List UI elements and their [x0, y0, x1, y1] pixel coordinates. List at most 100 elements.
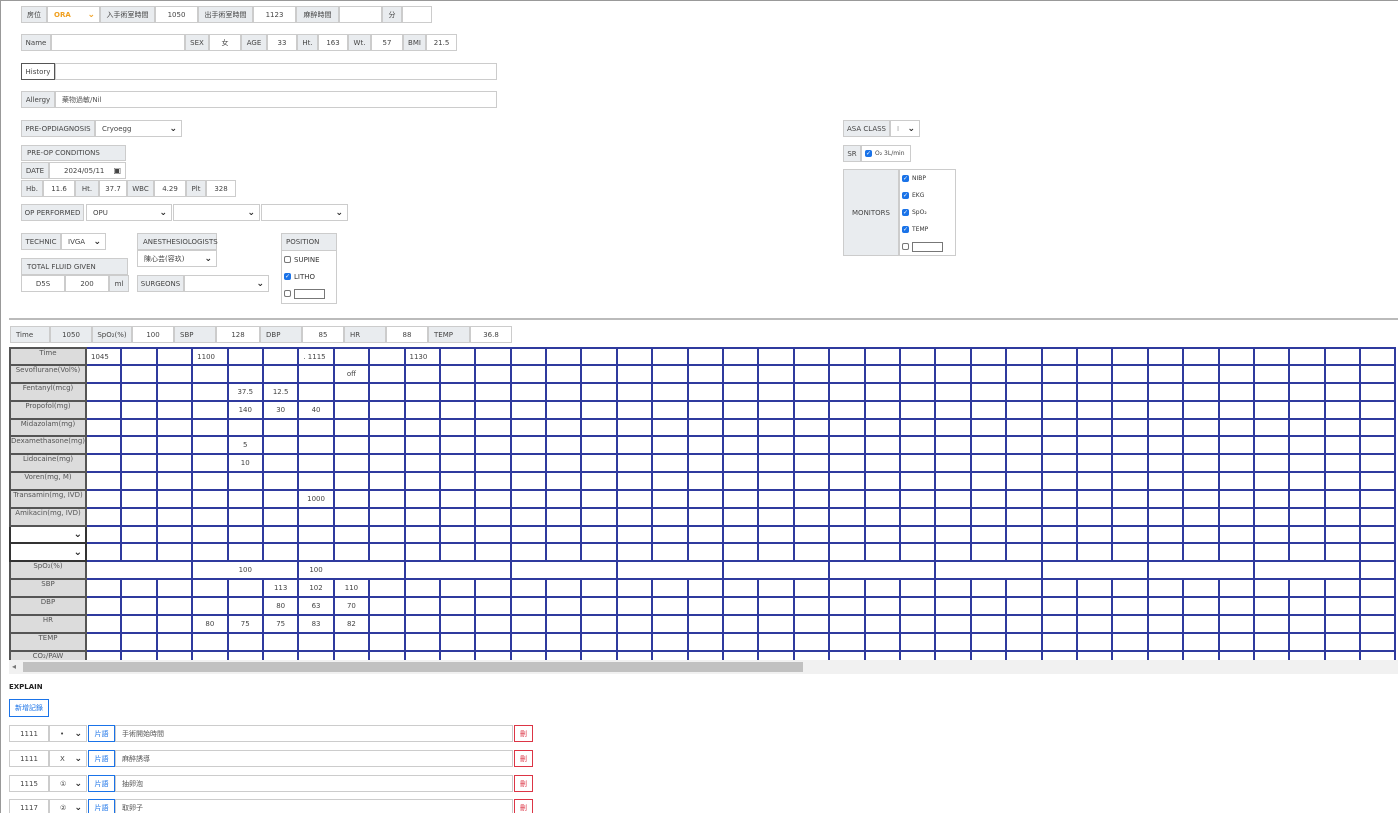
- grid-cell[interactable]: [651, 506, 689, 527]
- grid-cell[interactable]: [828, 417, 866, 438]
- grid-cell[interactable]: [1005, 578, 1043, 598]
- grid-cell[interactable]: [969, 399, 1008, 420]
- grid-cell[interactable]: [84, 435, 123, 456]
- grid-cell[interactable]: [403, 595, 441, 616]
- history-button[interactable]: History: [21, 63, 55, 80]
- grid-row-select[interactable]: ⌄: [9, 542, 87, 563]
- grid-cell[interactable]: [898, 364, 937, 384]
- grid-cell[interactable]: [438, 417, 477, 438]
- grid-cell[interactable]: [1040, 613, 1078, 634]
- grid-cell[interactable]: [1111, 417, 1149, 438]
- grid-cell[interactable]: [1075, 399, 1114, 420]
- grid-cell[interactable]: [474, 488, 512, 509]
- grid-cell[interactable]: [580, 649, 618, 660]
- grid-cell[interactable]: [934, 542, 972, 563]
- grid-cell[interactable]: [261, 649, 300, 660]
- grid-cell[interactable]: [615, 524, 654, 545]
- weight-input[interactable]: 57: [371, 34, 403, 51]
- grid-time-cell[interactable]: [1288, 347, 1326, 366]
- grid-cell[interactable]: [1075, 506, 1114, 527]
- grid-time-cell[interactable]: [509, 347, 548, 366]
- op-performed-select-1[interactable]: OPU ⌄: [86, 204, 172, 221]
- grid-cell[interactable]: [934, 417, 972, 438]
- grid-cell[interactable]: [651, 578, 689, 598]
- grid-cell[interactable]: [1146, 381, 1185, 402]
- grid-cell[interactable]: [615, 364, 654, 384]
- grid-cell[interactable]: [1323, 453, 1362, 474]
- grid-cell[interactable]: [934, 471, 972, 491]
- grid-cell[interactable]: [368, 364, 406, 384]
- grid-cell[interactable]: [1111, 578, 1149, 598]
- grid-cell[interactable]: [1075, 649, 1114, 660]
- vitals-sbp-input[interactable]: 128: [216, 326, 260, 343]
- grid-cell[interactable]: [438, 542, 477, 563]
- grid-cell[interactable]: [651, 649, 689, 660]
- grid-cell[interactable]: [686, 578, 725, 598]
- grid-cell[interactable]: [1182, 506, 1220, 527]
- grid-cell[interactable]: [1252, 435, 1291, 456]
- grid-cell[interactable]: [84, 542, 123, 563]
- grid-cell[interactable]: [651, 524, 689, 545]
- monitor-temp-option[interactable]: ✓ TEMP: [900, 221, 955, 238]
- grid-cell[interactable]: [1111, 453, 1149, 474]
- grid-cell[interactable]: [509, 631, 548, 652]
- grid-cell[interactable]: [1323, 381, 1362, 402]
- grid-cell[interactable]: [1005, 506, 1043, 527]
- grid-cell[interactable]: [226, 364, 264, 384]
- grid-cell[interactable]: [332, 631, 371, 652]
- grid-cell[interactable]: [757, 506, 795, 527]
- grid-cell[interactable]: [297, 453, 335, 474]
- grid-cell[interactable]: [155, 417, 194, 438]
- grid-cell[interactable]: [686, 649, 725, 660]
- grid-cell[interactable]: [297, 542, 335, 563]
- grid-cell[interactable]: [615, 453, 654, 474]
- monitor-nibp-option[interactable]: ✓ NIBP: [900, 170, 955, 187]
- grid-cell[interactable]: [1111, 435, 1149, 456]
- grid-cell[interactable]: [155, 595, 194, 616]
- grid-cell[interactable]: [1075, 631, 1114, 652]
- position-supine-option[interactable]: SUPINE: [282, 251, 336, 268]
- grid-cell[interactable]: [509, 488, 548, 509]
- grid-cell[interactable]: [615, 631, 654, 652]
- grid-cell[interactable]: [368, 488, 406, 509]
- grid-cell[interactable]: [1359, 613, 1397, 634]
- grid-cell[interactable]: [722, 471, 760, 491]
- grid-cell[interactable]: [651, 417, 689, 438]
- grid-cell[interactable]: [1252, 453, 1291, 474]
- grid-cell[interactable]: [1146, 435, 1185, 456]
- grid-cell[interactable]: [545, 417, 583, 438]
- grid-cell[interactable]: [863, 435, 901, 456]
- grid-cell[interactable]: [1182, 453, 1220, 474]
- grid-cell[interactable]: [1005, 631, 1043, 652]
- grid-cell[interactable]: [155, 524, 194, 545]
- grid-cell[interactable]: [509, 595, 548, 616]
- grid-time-cell[interactable]: [792, 347, 831, 366]
- grid-cell[interactable]: 80: [261, 595, 300, 616]
- grid-cell[interactable]: [828, 453, 866, 474]
- horizontal-scrollbar[interactable]: ◂: [9, 660, 1398, 674]
- grid-cell[interactable]: [898, 578, 937, 598]
- grid-cell[interactable]: 1000: [297, 488, 335, 509]
- grid-cell[interactable]: [545, 381, 583, 402]
- grid-cell[interactable]: [403, 417, 441, 438]
- grid-time-cell[interactable]: [1252, 347, 1291, 366]
- exit-time-input[interactable]: 1123: [253, 6, 296, 23]
- grid-cell[interactable]: [403, 649, 441, 660]
- grid-cell[interactable]: [368, 381, 406, 402]
- asa-class-select[interactable]: I ⌄: [890, 120, 920, 137]
- grid-row-select[interactable]: ⌄: [9, 524, 87, 545]
- grid-cell[interactable]: [120, 524, 158, 545]
- grid-cell[interactable]: [261, 453, 300, 474]
- grid-cell[interactable]: [1182, 578, 1220, 598]
- grid-cell[interactable]: [863, 453, 901, 474]
- grid-cell[interactable]: [1075, 435, 1114, 456]
- grid-cell[interactable]: [615, 542, 654, 563]
- grid-cell[interactable]: [1040, 631, 1078, 652]
- grid-cell[interactable]: [1288, 524, 1326, 545]
- grid-cell[interactable]: [863, 649, 901, 660]
- grid-cell[interactable]: [1040, 506, 1078, 527]
- grid-cell[interactable]: [226, 649, 264, 660]
- grid-cell[interactable]: [792, 595, 831, 616]
- grid-cell[interactable]: [580, 506, 618, 527]
- grid-cell[interactable]: [332, 488, 371, 509]
